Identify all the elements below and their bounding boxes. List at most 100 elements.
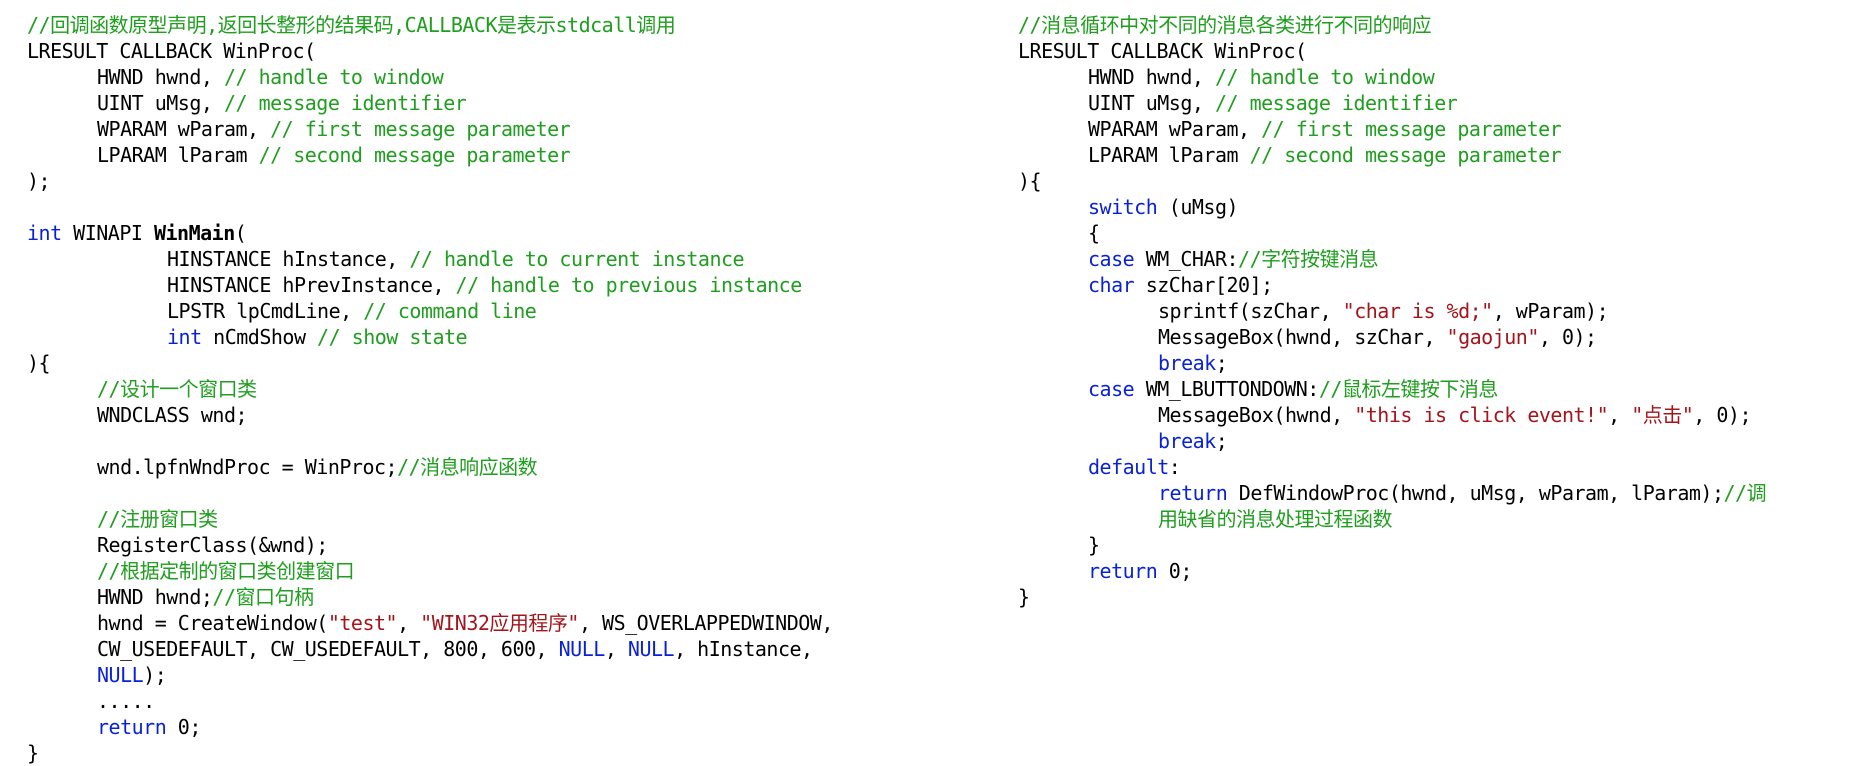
code-text: , 0); <box>1693 403 1752 427</box>
code-text: , 0); <box>1538 325 1597 349</box>
code-function-name: WinMain <box>153 221 235 245</box>
code-string: "this is click event!" <box>1354 403 1609 427</box>
code-text: ( <box>234 221 247 245</box>
code-line: hwnd = CreateWindow("test", "WIN32应用程序",… <box>27 610 987 636</box>
code-line: ){ <box>1018 168 1858 194</box>
code-line: HINSTANCE hPrevInstance, // handle to pr… <box>27 272 987 298</box>
code-text: RegisterClass(&wnd); <box>97 533 328 557</box>
code-line: return DefWindowProc(hwnd, uMsg, wParam,… <box>1018 480 1858 506</box>
code-text: ; <box>1215 351 1228 375</box>
code-comment: // first message parameter <box>1261 117 1562 141</box>
code-text: WPARAM wParam, <box>97 117 271 141</box>
code-line: //注册窗口类 <box>27 506 987 532</box>
code-text: LPARAM lParam <box>1088 143 1250 167</box>
code-keyword: NULL <box>97 663 144 687</box>
code-keyword: return <box>97 715 167 739</box>
code-comment: // second message parameter <box>258 143 571 167</box>
code-line: //回调函数原型声明,返回长整形的结果码,CALLBACK是表示stdcall调… <box>27 12 987 38</box>
code-line: case WM_LBUTTONDOWN://鼠标左键按下消息 <box>1018 376 1858 402</box>
code-line: LPARAM lParam // second message paramete… <box>27 142 987 168</box>
code-line: UINT uMsg, // message identifier <box>1018 90 1858 116</box>
code-line: 用缺省的消息处理过程函数 <box>1018 506 1858 532</box>
code-text: 0; <box>166 715 202 739</box>
code-line: WPARAM wParam, // first message paramete… <box>1018 116 1858 142</box>
code-text: HINSTANCE hPrevInstance, <box>167 273 456 297</box>
code-keyword: break <box>1158 351 1216 375</box>
code-line: ..... <box>27 688 987 714</box>
code-line: char szChar[20]; <box>1018 272 1858 298</box>
code-text: { <box>1088 221 1100 245</box>
code-line: LRESULT CALLBACK WinProc( <box>27 38 987 64</box>
code-text: , <box>397 611 421 635</box>
code-line: } <box>1018 584 1858 610</box>
code-comment: //鼠标左键按下消息 <box>1318 377 1499 401</box>
code-comment: // second message parameter <box>1249 143 1562 167</box>
code-text: ); <box>27 169 51 193</box>
code-line: } <box>27 740 987 766</box>
code-text: WM_CHAR: <box>1134 247 1239 271</box>
code-string: "char is %d;" <box>1342 299 1494 323</box>
code-keyword: case <box>1088 377 1135 401</box>
code-line: return 0; <box>27 714 987 740</box>
code-text: ..... <box>97 689 155 713</box>
code-comment: // command line <box>363 299 537 323</box>
code-text: 0; <box>1157 559 1193 583</box>
code-line: break; <box>1018 428 1858 454</box>
code-line: LRESULT CALLBACK WinProc( <box>1018 38 1858 64</box>
code-comment: // handle to window <box>223 65 444 89</box>
code-line: ); <box>27 168 987 194</box>
code-comment: //回调函数原型声明,返回长整形的结果码,CALLBACK是表示stdcall调… <box>27 13 676 37</box>
code-text: szChar[20]; <box>1134 273 1273 297</box>
code-line: UINT uMsg, // message identifier <box>27 90 987 116</box>
code-line: default: <box>1018 454 1858 480</box>
code-comment: //设计一个窗口类 <box>97 377 257 401</box>
code-string: "gaojun" <box>1446 325 1540 349</box>
left-code-block: //回调函数原型声明,返回长整形的结果码,CALLBACK是表示stdcall调… <box>27 12 987 766</box>
code-text: HWND hwnd; <box>97 585 213 609</box>
code-string: "test" <box>327 611 398 635</box>
code-keyword: int <box>167 325 202 349</box>
code-text: ){ <box>27 351 51 375</box>
code-comment: //调 <box>1723 481 1767 505</box>
code-text: , hInstance, <box>674 637 813 661</box>
code-text: wnd.lpfnWndProc = WinProc; <box>97 455 398 479</box>
code-line: HWND hwnd;//窗口句柄 <box>27 584 987 610</box>
code-text: nCmdShow <box>201 325 318 349</box>
code-line: case WM_CHAR://字符按键消息 <box>1018 246 1858 272</box>
code-line: wnd.lpfnWndProc = WinProc;//消息响应函数 <box>27 454 987 480</box>
code-comment: // handle to window <box>1214 65 1435 89</box>
code-line: MessageBox(hwnd, "this is click event!",… <box>1018 402 1858 428</box>
right-code-block: //消息循环中对不同的消息各类进行不同的响应 LRESULT CALLBACK W… <box>1018 12 1858 610</box>
code-text: MessageBox(hwnd, <box>1158 403 1355 427</box>
code-line: } <box>1018 532 1858 558</box>
code-comment: 用缺省的消息处理过程函数 <box>1158 507 1393 531</box>
code-line: return 0; <box>1018 558 1858 584</box>
code-line: //设计一个窗口类 <box>27 376 987 402</box>
code-text: , <box>1608 403 1632 427</box>
code-text: UINT uMsg, <box>97 91 224 115</box>
code-string: "WIN32应用程序" <box>420 611 579 635</box>
code-text: HWND hwnd, <box>97 65 224 89</box>
code-line: break; <box>1018 350 1858 376</box>
code-keyword: int <box>27 221 62 245</box>
code-comment: //字符按键消息 <box>1238 247 1379 271</box>
code-text: ){ <box>1018 169 1042 193</box>
code-text: } <box>27 741 39 765</box>
code-comment: // message identifier <box>223 91 467 115</box>
code-text: ; <box>1215 429 1228 453</box>
code-line: LPSTR lpCmdLine, // command line <box>27 298 987 324</box>
code-text: WPARAM wParam, <box>1088 117 1262 141</box>
code-comment: // show state <box>317 325 468 349</box>
code-text: , <box>604 637 628 661</box>
code-keyword: break <box>1158 429 1216 453</box>
code-text: WINAPI <box>61 221 154 245</box>
code-text: LPARAM lParam <box>97 143 259 167</box>
code-line: HWND hwnd, // handle to window <box>27 64 987 90</box>
code-keyword: return <box>1158 481 1228 505</box>
code-text: LRESULT CALLBACK WinProc( <box>1018 39 1307 63</box>
code-text: , WS_OVERLAPPEDWINDOW, <box>578 611 833 635</box>
code-comment: // handle to previous instance <box>455 273 803 297</box>
code-line: sprintf(szChar, "char is %d;", wParam); <box>1018 298 1858 324</box>
